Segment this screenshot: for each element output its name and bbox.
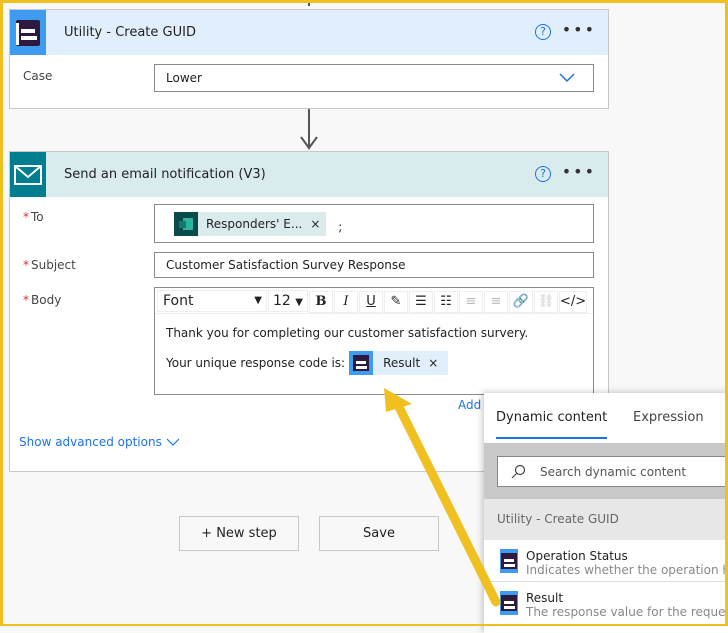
annotation-arrow [0,0,728,626]
